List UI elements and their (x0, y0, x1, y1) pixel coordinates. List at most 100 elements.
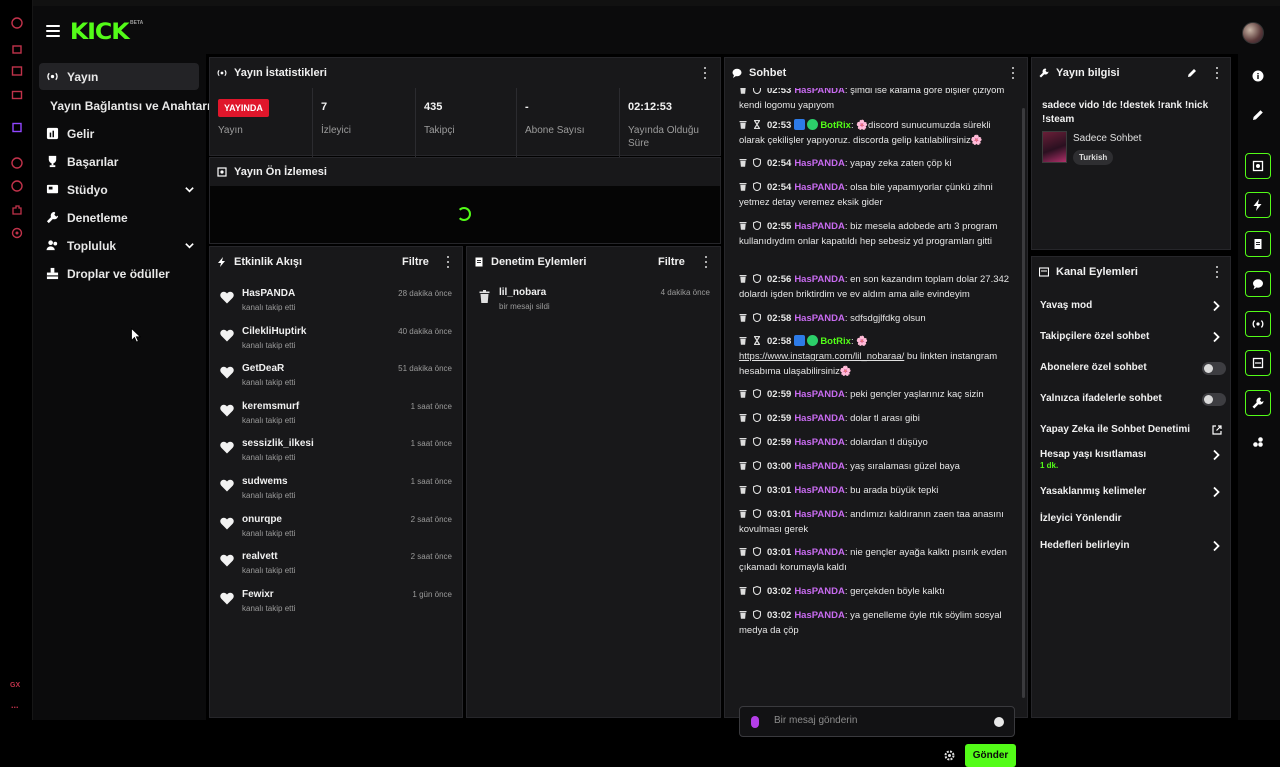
activity-item[interactable]: GetDeaR kanalı takip etti 51 dakika önce (210, 359, 462, 396)
chat-username[interactable]: HasPANDA (794, 158, 845, 169)
channel-action-item[interactable]: Yavaş mod (1040, 297, 1220, 317)
follower-name[interactable]: realvett (242, 551, 278, 562)
chat-username[interactable]: HasPANDA (794, 509, 845, 520)
chat-username[interactable]: HasPANDA (794, 389, 845, 400)
kebab-menu-icon[interactable] (1008, 67, 1018, 79)
kebab-menu-icon[interactable] (701, 256, 711, 268)
delete-message-icon[interactable] (739, 181, 747, 191)
shield-icon[interactable] (752, 436, 762, 447)
chat-message[interactable]: 02:53 BotRix: 🌸discord sunucumuzda sürekl… (739, 118, 1019, 148)
chat-message[interactable]: 03:00 HasPANDA: yaş sıralaması güzel baya (739, 459, 1019, 474)
microphone-icon[interactable] (751, 716, 759, 728)
follower-name[interactable]: sessizlik_ilkesi (242, 438, 314, 449)
shield-icon[interactable] (752, 460, 762, 471)
chevron-right-icon[interactable] (1212, 300, 1221, 312)
follower-name[interactable]: sudwems (242, 476, 288, 487)
delete-message-icon[interactable] (739, 88, 747, 94)
channel-action-item[interactable]: Yasaklanmış kelimeler (1040, 483, 1220, 503)
chat-message-input[interactable] (774, 715, 984, 726)
nav-item-yayin[interactable]: Yayın (39, 63, 199, 90)
nav-item-topluluk[interactable]: Topluluk (39, 232, 199, 259)
chat-message[interactable]: 02:58 BotRix: 🌸 https://www.instagram.com/… (739, 334, 1019, 379)
activity-filter-button[interactable]: Filtre (402, 256, 429, 268)
shield-icon[interactable] (752, 484, 762, 495)
toggle-switch[interactable] (1202, 362, 1226, 375)
lightning-tool-icon[interactable] (1245, 192, 1271, 218)
moderation-filter-button[interactable]: Filtre (658, 256, 685, 268)
channel-action-item[interactable]: Hesap yaşı kısıtlaması 1 dk. (1040, 446, 1221, 470)
activity-item[interactable]: sessizlik_ilkesi kanalı takip etti 1 saat … (210, 434, 462, 471)
channel-action-item[interactable]: Hedefleri belirleyin (1040, 537, 1220, 557)
edit-pencil-icon[interactable] (1187, 68, 1197, 78)
toggle-switch[interactable] (1202, 393, 1226, 406)
delete-message-icon[interactable] (739, 220, 747, 230)
kebab-menu-icon[interactable] (1212, 266, 1222, 278)
delete-message-icon[interactable] (739, 546, 747, 556)
preview-video[interactable] (210, 186, 720, 243)
delete-message-icon[interactable] (739, 412, 747, 422)
chevron-right-icon[interactable] (1212, 486, 1221, 498)
moderator-name[interactable]: lil_nobara (499, 287, 546, 298)
list-tool-icon[interactable] (1245, 350, 1271, 376)
mail-icon[interactable] (10, 88, 23, 101)
shield-icon[interactable] (752, 546, 762, 557)
chat-message[interactable]: 02:55 HasPANDA: biz mesela adobede artı 3… (739, 219, 1019, 249)
chat-message[interactable]: 03:02 HasPANDA: gerçekden böyle kalktı (739, 584, 1019, 599)
chat-username[interactable]: HasPANDA (794, 313, 845, 324)
channel-action-item[interactable]: Yalnızca ifadelerle sohbet (1040, 390, 1226, 410)
message-link[interactable]: https://www.instagram.com/lil_nobaraa/ (739, 351, 904, 362)
shield-icon[interactable] (752, 508, 762, 519)
activity-item[interactable]: keremsmurf kanalı takip etti 1 saat önce (210, 397, 462, 434)
send-button[interactable]: Gönder (965, 744, 1016, 767)
chat-username[interactable]: HasPANDA (794, 485, 845, 496)
document-tool-icon[interactable] (1245, 231, 1271, 257)
nav-item-gelir[interactable]: Gelir (39, 120, 199, 147)
timeout-icon[interactable] (753, 335, 761, 346)
shield-icon[interactable] (752, 585, 762, 596)
user-avatar[interactable] (1242, 22, 1264, 44)
chat-username[interactable]: BotRix (820, 120, 851, 131)
kebab-menu-icon[interactable] (700, 67, 710, 79)
chevron-down-icon[interactable] (184, 184, 195, 195)
activity-item[interactable]: onurqpe kanalı takip etti 2 saat önce (210, 510, 462, 547)
menu-icon[interactable] (46, 25, 60, 37)
shield-icon[interactable] (752, 388, 762, 399)
chevron-right-icon[interactable] (1212, 540, 1221, 552)
follower-name[interactable]: HasPANDA (242, 288, 295, 299)
timeout-icon[interactable] (753, 119, 761, 130)
shield-icon[interactable] (752, 220, 762, 231)
chat-message[interactable]: 02:56 HasPANDA: en son kazandım toplam do… (739, 272, 1019, 302)
broadcast-tool-icon[interactable] (1245, 311, 1271, 337)
chat-message[interactable]: 03:01 HasPANDA: andımızı kaldıranın zaen … (739, 507, 1019, 537)
kebab-menu-icon[interactable] (443, 256, 453, 268)
chat-message[interactable]: 03:02 HasPANDA: ya genelleme öyle rtık sö… (739, 608, 1019, 638)
chevron-right-icon[interactable] (1212, 331, 1221, 343)
chat-username[interactable]: HasPANDA (794, 88, 845, 96)
chat-username[interactable]: HasPANDA (794, 182, 845, 193)
shield-icon[interactable] (752, 157, 762, 168)
shield-icon[interactable] (752, 609, 762, 620)
delete-message-icon[interactable] (739, 460, 747, 470)
shield-icon[interactable] (752, 273, 762, 284)
settings-icon[interactable] (10, 226, 23, 239)
chevron-right-icon[interactable] (1212, 449, 1221, 461)
info-icon[interactable] (1245, 63, 1271, 89)
shield-icon[interactable] (752, 181, 762, 192)
history-icon[interactable] (10, 179, 23, 192)
wrench-tool-icon[interactable] (1245, 390, 1271, 416)
chat-username[interactable]: BotRix (820, 336, 851, 347)
chat-message[interactable]: 02:59 HasPANDA: dolardan tl düşüyo (739, 435, 1019, 450)
chat-username[interactable]: HasPANDA (794, 221, 845, 232)
delete-message-icon[interactable] (739, 119, 747, 129)
player-icon[interactable] (10, 156, 23, 169)
chat-messages[interactable]: 02:53 HasPANDA: şimdi ise kafama göre biş… (725, 88, 1019, 700)
follower-name[interactable]: CilekliHuptirk (242, 326, 306, 337)
bag-icon[interactable] (10, 41, 23, 54)
chat-message[interactable]: 02:54 HasPANDA: olsa bile yapamıyorlar çü… (739, 180, 1019, 210)
chat-message[interactable]: 03:01 HasPANDA: nie gençler ayağa kalktı … (739, 545, 1019, 575)
chat-message[interactable]: 02:53 HasPANDA: şimdi ise kafama göre biş… (739, 88, 1019, 113)
speed-dial-icon[interactable] (10, 16, 23, 29)
news-icon[interactable] (10, 64, 23, 77)
delete-message-icon[interactable] (739, 436, 747, 446)
delete-message-icon[interactable] (739, 585, 747, 595)
